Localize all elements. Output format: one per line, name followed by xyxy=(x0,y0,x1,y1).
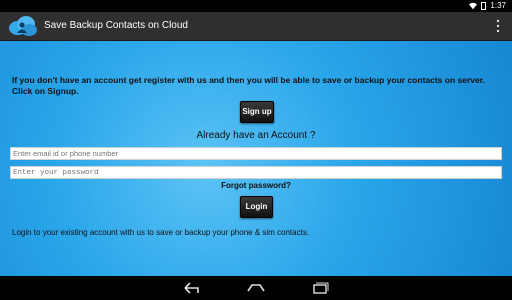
email-field[interactable] xyxy=(10,147,502,160)
back-icon[interactable] xyxy=(182,281,202,295)
status-right: 1:37 xyxy=(469,1,506,10)
battery-icon xyxy=(481,1,487,10)
overflow-menu-icon[interactable] xyxy=(496,18,500,34)
login-note: Login to your existing account with us t… xyxy=(12,228,310,237)
wifi-icon xyxy=(469,2,478,9)
status-time: 1:37 xyxy=(490,1,506,10)
signup-button[interactable]: Sign up xyxy=(240,101,274,123)
navigation-bar xyxy=(0,276,512,300)
forgot-password-link[interactable]: Forgot password? xyxy=(0,181,512,190)
password-field[interactable] xyxy=(10,166,502,179)
action-bar: Save Backup Contacts on Cloud xyxy=(0,12,512,41)
login-button[interactable]: Login xyxy=(240,196,273,218)
main-content: If you don't have an account get registe… xyxy=(0,41,512,276)
app-title: Save Backup Contacts on Cloud xyxy=(44,20,188,31)
recents-icon[interactable] xyxy=(310,281,330,295)
already-account-label: Already have an Account ? xyxy=(196,130,316,141)
status-bar: 1:37 xyxy=(0,0,512,12)
cloud-contacts-icon xyxy=(9,16,37,36)
home-icon[interactable] xyxy=(246,281,266,295)
intro-text: If you don't have an account get registe… xyxy=(12,75,485,96)
